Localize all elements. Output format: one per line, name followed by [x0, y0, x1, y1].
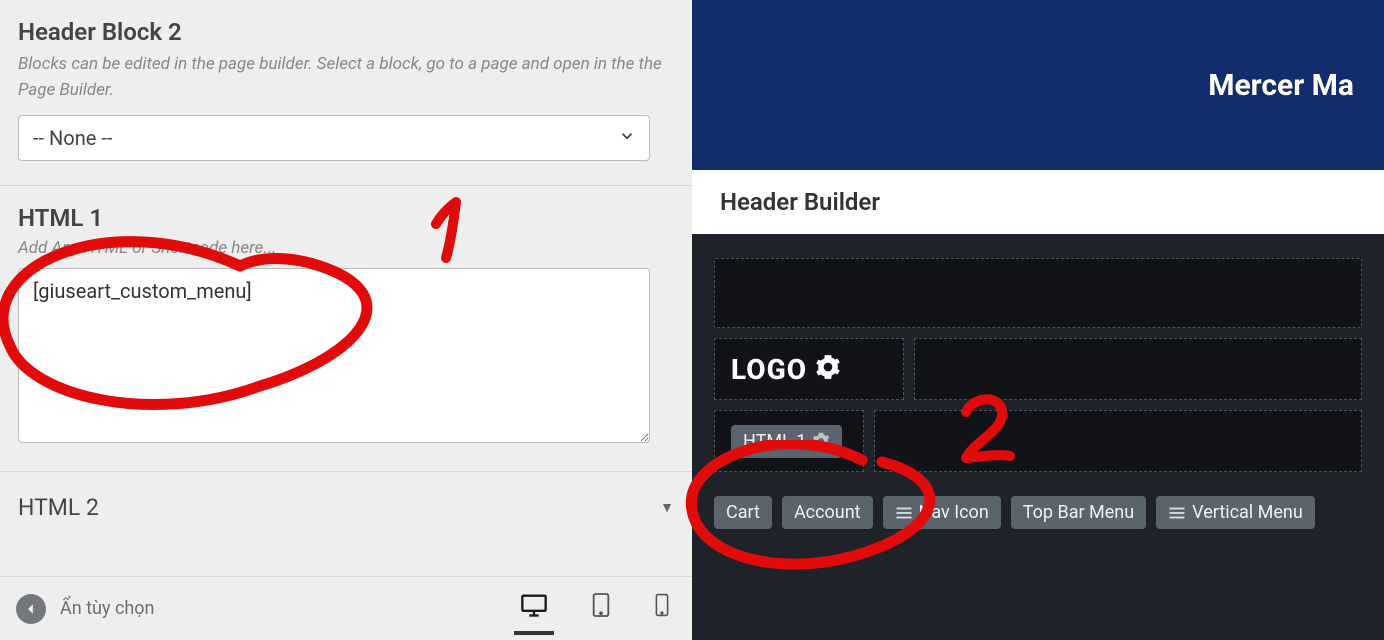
chip-label: HTML 1	[743, 431, 806, 452]
section-html-1: HTML 1 Add Any HTML or Shortcode here...	[18, 204, 674, 447]
customizer-scroll: Header Block 2 Blocks can be edited in t…	[0, 0, 692, 576]
section-hint: Add Any HTML or Shortcode here...	[18, 238, 674, 258]
accordion-title: HTML 2	[18, 494, 99, 521]
palette-chip-vertical-menu[interactable]: Vertical Menu	[1156, 496, 1315, 529]
preview-right-panel: Mercer Ma Header Builder LOGO HTML 1	[692, 0, 1384, 640]
builder-row-main-rest[interactable]	[914, 338, 1362, 400]
palette-chip-account[interactable]: Account	[782, 496, 873, 529]
palette-chip-cart[interactable]: Cart	[714, 496, 772, 529]
section-divider	[0, 185, 692, 186]
logo-label: LOGO	[731, 353, 807, 386]
builder-element-palette: Cart Account Nav Icon Top Bar Menu Verti…	[714, 496, 1362, 529]
customizer-left-panel: Header Block 2 Blocks can be edited in t…	[0, 0, 692, 640]
builder-row-top[interactable]	[714, 258, 1362, 328]
section-header-block-2: Header Block 2 Blocks can be edited in t…	[18, 18, 674, 161]
builder-html1-slot[interactable]: HTML 1	[714, 410, 864, 472]
site-title: Mercer Ma	[1208, 68, 1354, 103]
palette-chip-nav-icon[interactable]: Nav Icon	[883, 496, 1001, 529]
section-description: Blocks can be edited in the page builder…	[18, 52, 674, 103]
builder-row-main: LOGO	[714, 338, 1362, 400]
palette-chip-top-bar-menu[interactable]: Top Bar Menu	[1011, 496, 1146, 529]
section-title: Header Block 2	[18, 18, 674, 46]
gear-icon[interactable]	[815, 354, 841, 384]
builder-row-bottom-rest[interactable]	[874, 410, 1362, 472]
section-title: HTML 1	[18, 204, 674, 232]
site-header-preview: Mercer Ma	[692, 0, 1384, 170]
device-desktop-button[interactable]	[514, 583, 554, 635]
header-builder-area: LOGO HTML 1 Cart Account Nav	[692, 234, 1384, 640]
header-block-2-select[interactable]: -- None --	[18, 115, 650, 161]
hamburger-icon	[1168, 505, 1186, 521]
collapse-left-icon	[16, 594, 46, 624]
builder-row-bottom: HTML 1	[714, 410, 1362, 472]
hide-controls-button[interactable]: Ẩn tùy chọn	[16, 594, 154, 624]
section-html-2-accordion[interactable]: HTML 2 ▼	[0, 494, 692, 521]
html-1-textarea[interactable]	[18, 268, 650, 443]
html-1-chip[interactable]: HTML 1	[731, 425, 842, 458]
builder-logo-slot[interactable]: LOGO	[714, 338, 904, 400]
section-divider	[0, 471, 692, 472]
select-display[interactable]: -- None --	[18, 115, 650, 161]
hide-controls-label: Ẩn tùy chọn	[60, 598, 154, 619]
header-builder-title: Header Builder	[692, 170, 1384, 234]
customizer-footer: Ẩn tùy chọn	[0, 576, 692, 640]
gear-icon	[812, 432, 830, 450]
device-tablet-button[interactable]	[584, 584, 618, 633]
caret-down-icon: ▼	[660, 499, 674, 516]
hamburger-icon	[895, 505, 913, 521]
device-preview-tabs	[514, 583, 676, 635]
device-mobile-button[interactable]	[648, 584, 676, 633]
